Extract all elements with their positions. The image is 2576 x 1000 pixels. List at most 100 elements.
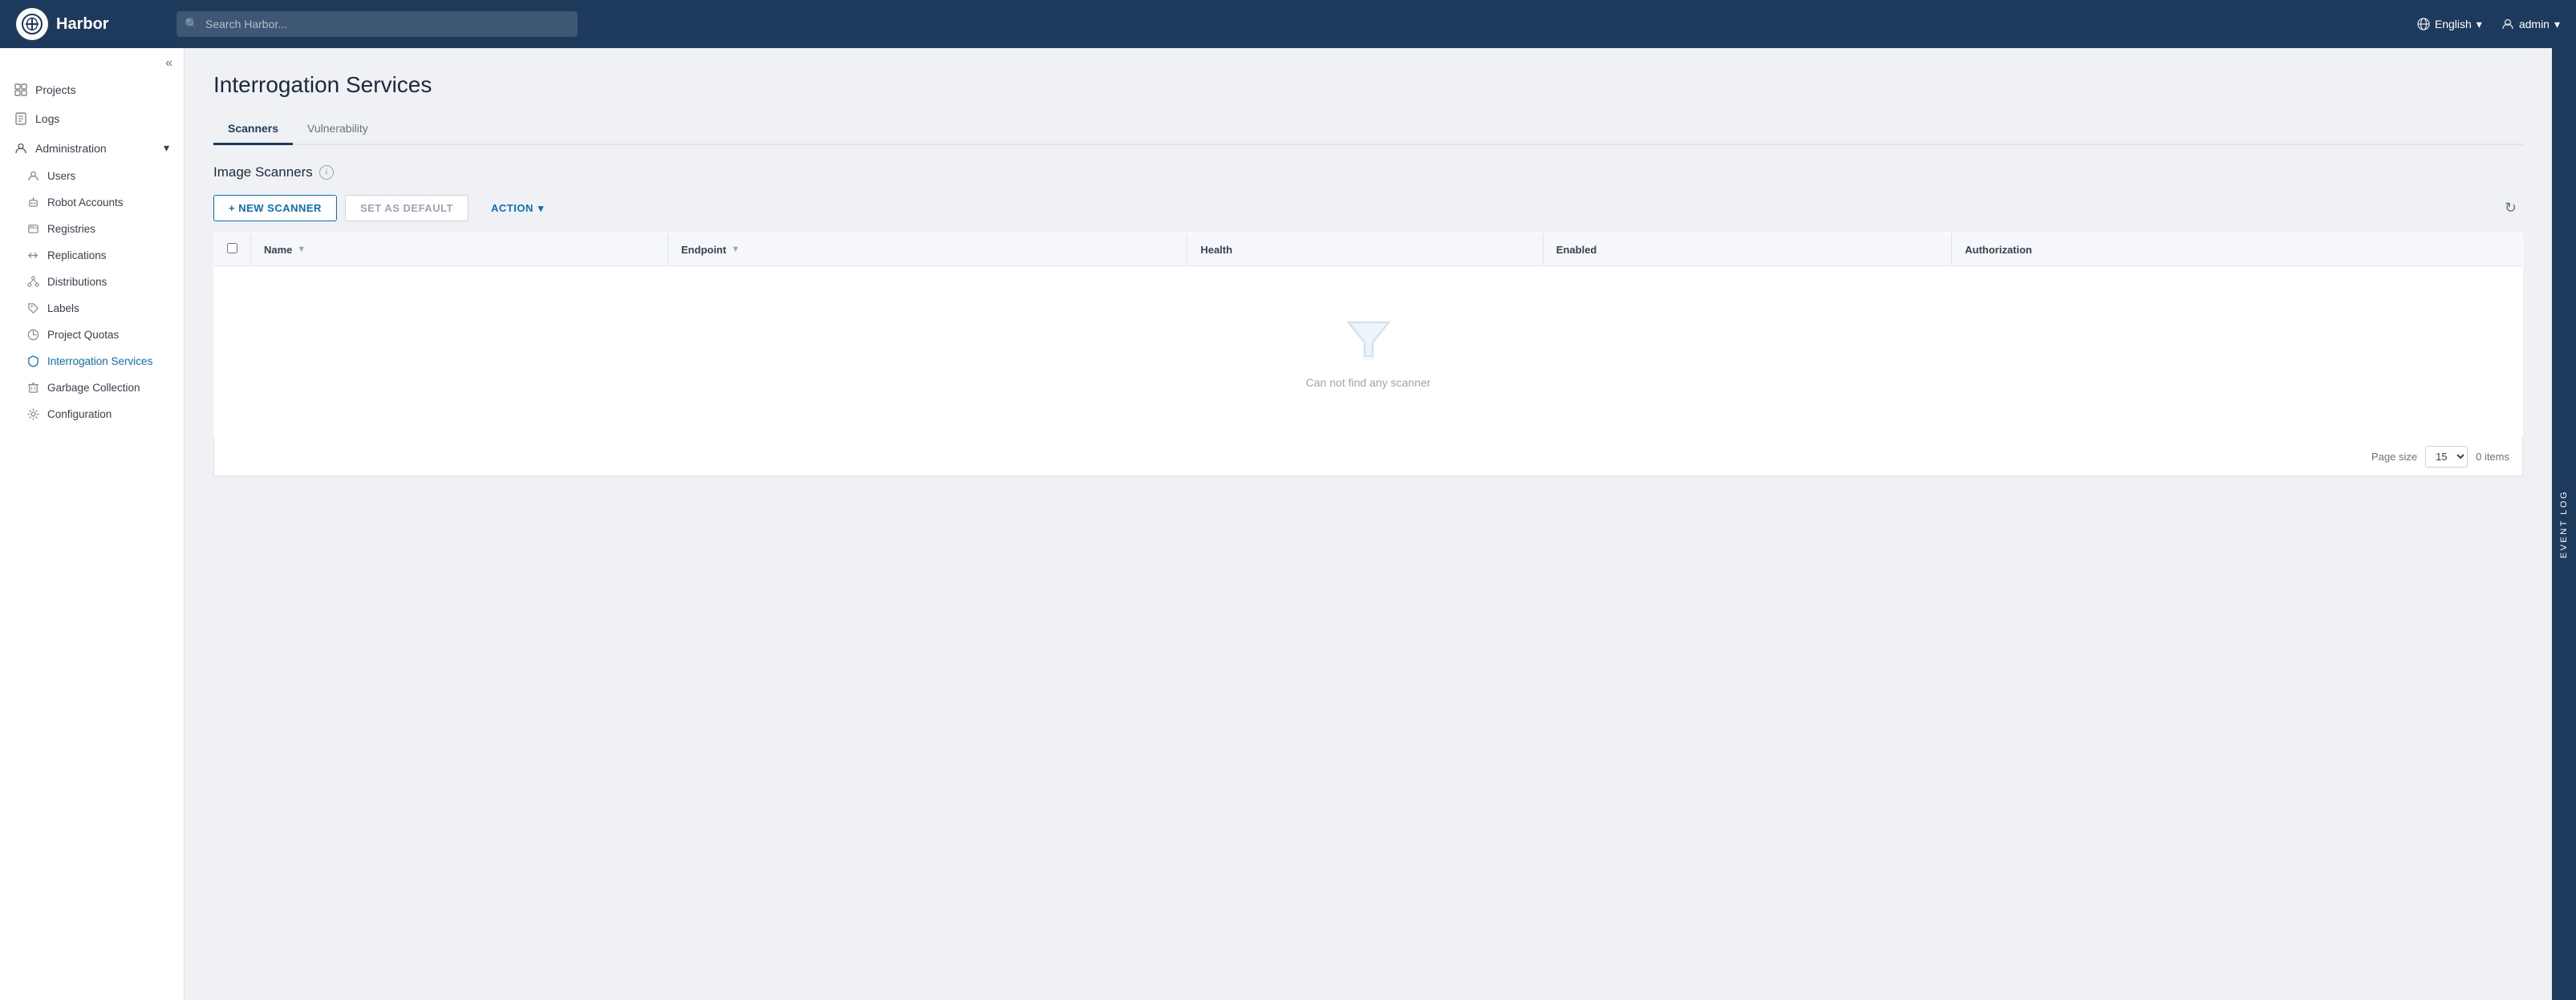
sidebar-item-logs[interactable]: Logs	[0, 104, 184, 133]
log-icon	[14, 112, 27, 125]
sidebar-item-project-quotas[interactable]: Project Quotas	[13, 322, 184, 348]
table-header-health: Health	[1187, 233, 1543, 266]
trash-icon	[27, 382, 39, 394]
table-header-authorization: Authorization	[1952, 233, 2523, 266]
sidebar-item-interrogation-services[interactable]: Interrogation Services	[13, 348, 184, 374]
top-navigation: Harbor 🔍 English ▾ admin ▾	[0, 0, 2576, 48]
sidebar-item-configuration[interactable]: Configuration	[13, 401, 184, 427]
image-scanners-section: Image Scanners i	[213, 164, 2523, 180]
topnav-right: English ▾ admin ▾	[2417, 18, 2560, 31]
registry-icon	[27, 223, 39, 235]
admin-group-children: Users Robot Accounts	[0, 163, 184, 427]
sidebar-item-label: Logs	[35, 112, 59, 125]
tab-vulnerability[interactable]: Vulnerability	[293, 114, 383, 145]
empty-state: Can not find any scanner	[227, 314, 2509, 389]
section-title-text: Image Scanners	[213, 164, 313, 180]
quota-icon	[27, 329, 39, 341]
replication-icon	[27, 249, 39, 261]
items-count: 0 items	[2476, 451, 2509, 463]
sidebar-child-label: Registries	[47, 223, 95, 235]
name-filter-icon[interactable]: ▼	[297, 245, 306, 254]
sidebar-item-distributions[interactable]: Distributions	[13, 269, 184, 295]
gear-icon	[27, 408, 39, 420]
shield-icon	[27, 355, 39, 367]
sidebar: « Projects Lo	[0, 48, 185, 1000]
tabs-bar: Scanners Vulnerability	[213, 114, 2523, 145]
robot-icon	[27, 196, 39, 209]
sidebar-collapse-button[interactable]: «	[165, 56, 172, 71]
sidebar-child-label: Configuration	[47, 408, 112, 420]
table-toolbar: + NEW SCANNER SET AS DEFAULT ACTION ▾ ↻	[213, 195, 2523, 221]
app-body: « Projects Lo	[0, 48, 2576, 1000]
table-header-row: Name ▼ Endpoint ▼ Health	[214, 233, 2523, 266]
table-header-endpoint: Endpoint ▼	[668, 233, 1187, 266]
sidebar-child-label: Interrogation Services	[47, 355, 152, 367]
new-scanner-button[interactable]: + NEW SCANNER	[213, 195, 337, 221]
funnel-icon	[1345, 314, 1393, 365]
sidebar-item-labels[interactable]: Labels	[13, 295, 184, 322]
sidebar-item-users[interactable]: Users	[13, 163, 184, 189]
sidebar-group-administration[interactable]: Administration ▾	[0, 133, 184, 163]
app-name: Harbor	[56, 15, 109, 34]
sidebar-item-registries[interactable]: Registries	[13, 216, 184, 242]
sidebar-collapse-area: «	[0, 48, 184, 75]
admin-chevron-icon: ▾	[164, 141, 169, 155]
search-container: 🔍	[176, 11, 578, 37]
app-logo[interactable]: Harbor	[16, 8, 160, 40]
action-chevron-icon: ▾	[538, 202, 544, 215]
event-log-label: EVENT LOG	[2559, 490, 2569, 558]
sidebar-child-label: Garbage Collection	[47, 382, 140, 394]
table-empty-row: Can not find any scanner	[214, 266, 2523, 438]
action-button[interactable]: ACTION ▾	[477, 196, 558, 221]
sidebar-item-garbage-collection[interactable]: Garbage Collection	[13, 374, 184, 401]
sidebar-nav: Projects Logs Admin	[0, 75, 184, 1000]
user-menu[interactable]: admin ▾	[2501, 18, 2560, 31]
info-icon[interactable]: i	[319, 165, 334, 180]
search-input[interactable]	[176, 11, 578, 37]
empty-state-text: Can not find any scanner	[1306, 376, 1431, 389]
tab-scanners[interactable]: Scanners	[213, 114, 293, 145]
sidebar-child-label: Robot Accounts	[47, 196, 124, 209]
table-empty-cell: Can not find any scanner	[214, 266, 2523, 438]
sidebar-child-label: Distributions	[47, 276, 107, 288]
main-content: Interrogation Services Scanners Vulnerab…	[185, 48, 2552, 1000]
sidebar-item-replications[interactable]: Replications	[13, 242, 184, 269]
user-icon	[27, 170, 39, 182]
admin-group-label: Administration	[35, 142, 107, 155]
language-chevron-icon: ▾	[2477, 18, 2482, 31]
page-title: Interrogation Services	[213, 72, 2523, 98]
label-icon	[27, 302, 39, 314]
endpoint-filter-icon[interactable]: ▼	[731, 245, 740, 254]
event-log-sidebar[interactable]: EVENT LOG	[2552, 48, 2576, 1000]
grid-icon	[14, 83, 27, 96]
sidebar-child-label: Project Quotas	[47, 329, 119, 341]
distribution-icon	[27, 276, 39, 288]
sidebar-child-label: Labels	[47, 302, 79, 314]
user-chevron-icon: ▾	[2554, 18, 2560, 31]
user-label: admin	[2519, 18, 2550, 30]
sidebar-child-label: Users	[47, 170, 75, 182]
refresh-button[interactable]: ↻	[2498, 196, 2523, 220]
new-scanner-label: + NEW SCANNER	[229, 202, 322, 214]
set-default-button[interactable]: SET AS DEFAULT	[345, 195, 469, 221]
set-default-label: SET AS DEFAULT	[360, 202, 453, 214]
action-label: ACTION	[491, 202, 533, 214]
scanner-table: Name ▼ Endpoint ▼ Health	[213, 233, 2523, 438]
admin-icon	[14, 142, 27, 155]
sidebar-item-projects[interactable]: Projects	[0, 75, 184, 104]
logo-icon	[16, 8, 48, 40]
table-header-enabled: Enabled	[1543, 233, 1951, 266]
language-selector[interactable]: English ▾	[2417, 18, 2482, 31]
table-footer: Page size 10 15 25 50 0 items	[213, 438, 2523, 476]
page-size-label: Page size	[2371, 451, 2417, 463]
sidebar-child-label: Replications	[47, 249, 107, 261]
admin-group-left: Administration	[14, 142, 107, 155]
language-label: English	[2435, 18, 2472, 30]
refresh-icon: ↻	[2505, 200, 2517, 216]
select-all-checkbox[interactable]	[227, 243, 237, 253]
table-header-checkbox	[214, 233, 251, 266]
sidebar-item-label: Projects	[35, 83, 76, 96]
page-size-select[interactable]: 10 15 25 50	[2425, 446, 2468, 468]
sidebar-item-robot-accounts[interactable]: Robot Accounts	[13, 189, 184, 216]
search-icon: 🔍	[185, 18, 198, 31]
